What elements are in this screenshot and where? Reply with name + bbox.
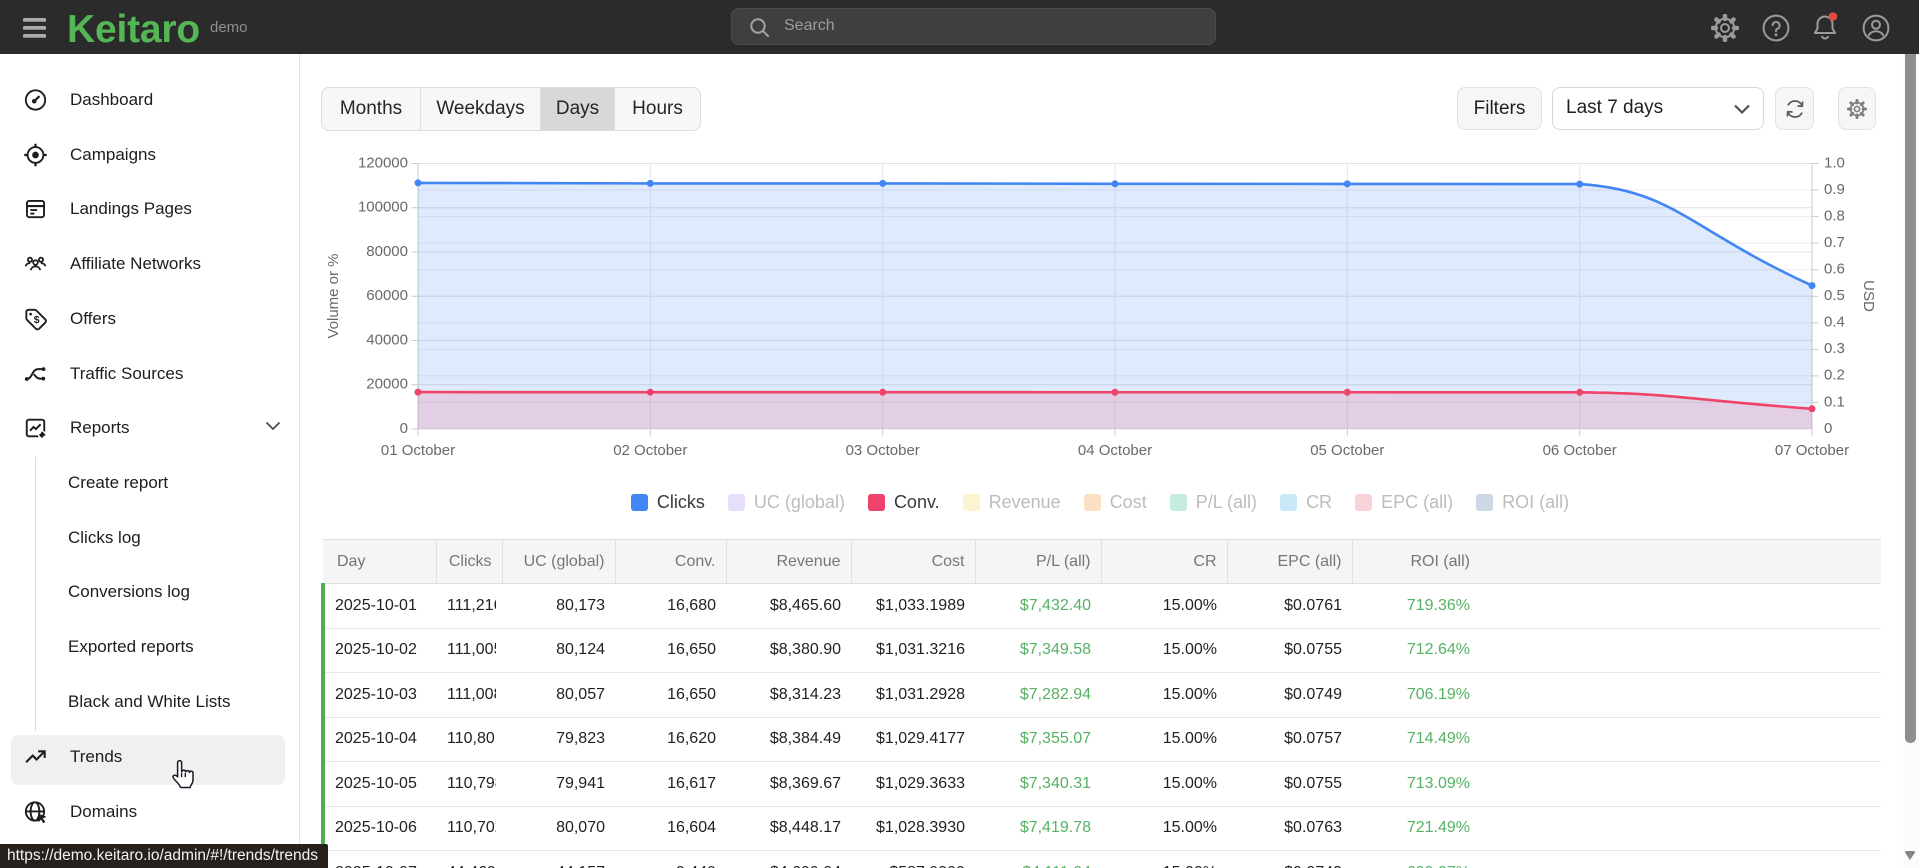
svg-text:40000: 40000 (366, 331, 408, 348)
svg-text:1.0: 1.0 (1824, 154, 1845, 171)
svg-text:05 October: 05 October (1310, 442, 1384, 459)
svg-text:0.5: 0.5 (1824, 287, 1845, 304)
svg-text:0: 0 (400, 420, 408, 437)
svg-text:20000: 20000 (366, 376, 408, 393)
svg-text:80000: 80000 (366, 243, 408, 260)
svg-text:02 October: 02 October (613, 442, 687, 459)
svg-text:100000: 100000 (358, 199, 408, 216)
svg-text:0.6: 0.6 (1824, 261, 1845, 278)
svg-text:60000: 60000 (366, 287, 408, 304)
svg-text:03 October: 03 October (846, 442, 920, 459)
svg-text:07 October: 07 October (1775, 442, 1849, 459)
svg-text:0.8: 0.8 (1824, 208, 1845, 225)
svg-text:0.3: 0.3 (1824, 340, 1845, 357)
svg-text:0.1: 0.1 (1824, 393, 1845, 410)
svg-text:04 October: 04 October (1078, 442, 1152, 459)
svg-text:Volume or %: Volume or % (325, 253, 342, 338)
svg-text:$: $ (34, 315, 40, 326)
svg-text:01 October: 01 October (381, 442, 455, 459)
svg-text:0.9: 0.9 (1824, 181, 1845, 198)
svg-text:0.2: 0.2 (1824, 367, 1845, 384)
svg-text:120000: 120000 (358, 154, 408, 171)
svg-text:0: 0 (1824, 420, 1832, 437)
svg-text:USD: USD (1860, 280, 1877, 312)
svg-text:0.4: 0.4 (1824, 314, 1845, 331)
svg-text:0.7: 0.7 (1824, 234, 1845, 251)
svg-text:06 October: 06 October (1543, 442, 1617, 459)
